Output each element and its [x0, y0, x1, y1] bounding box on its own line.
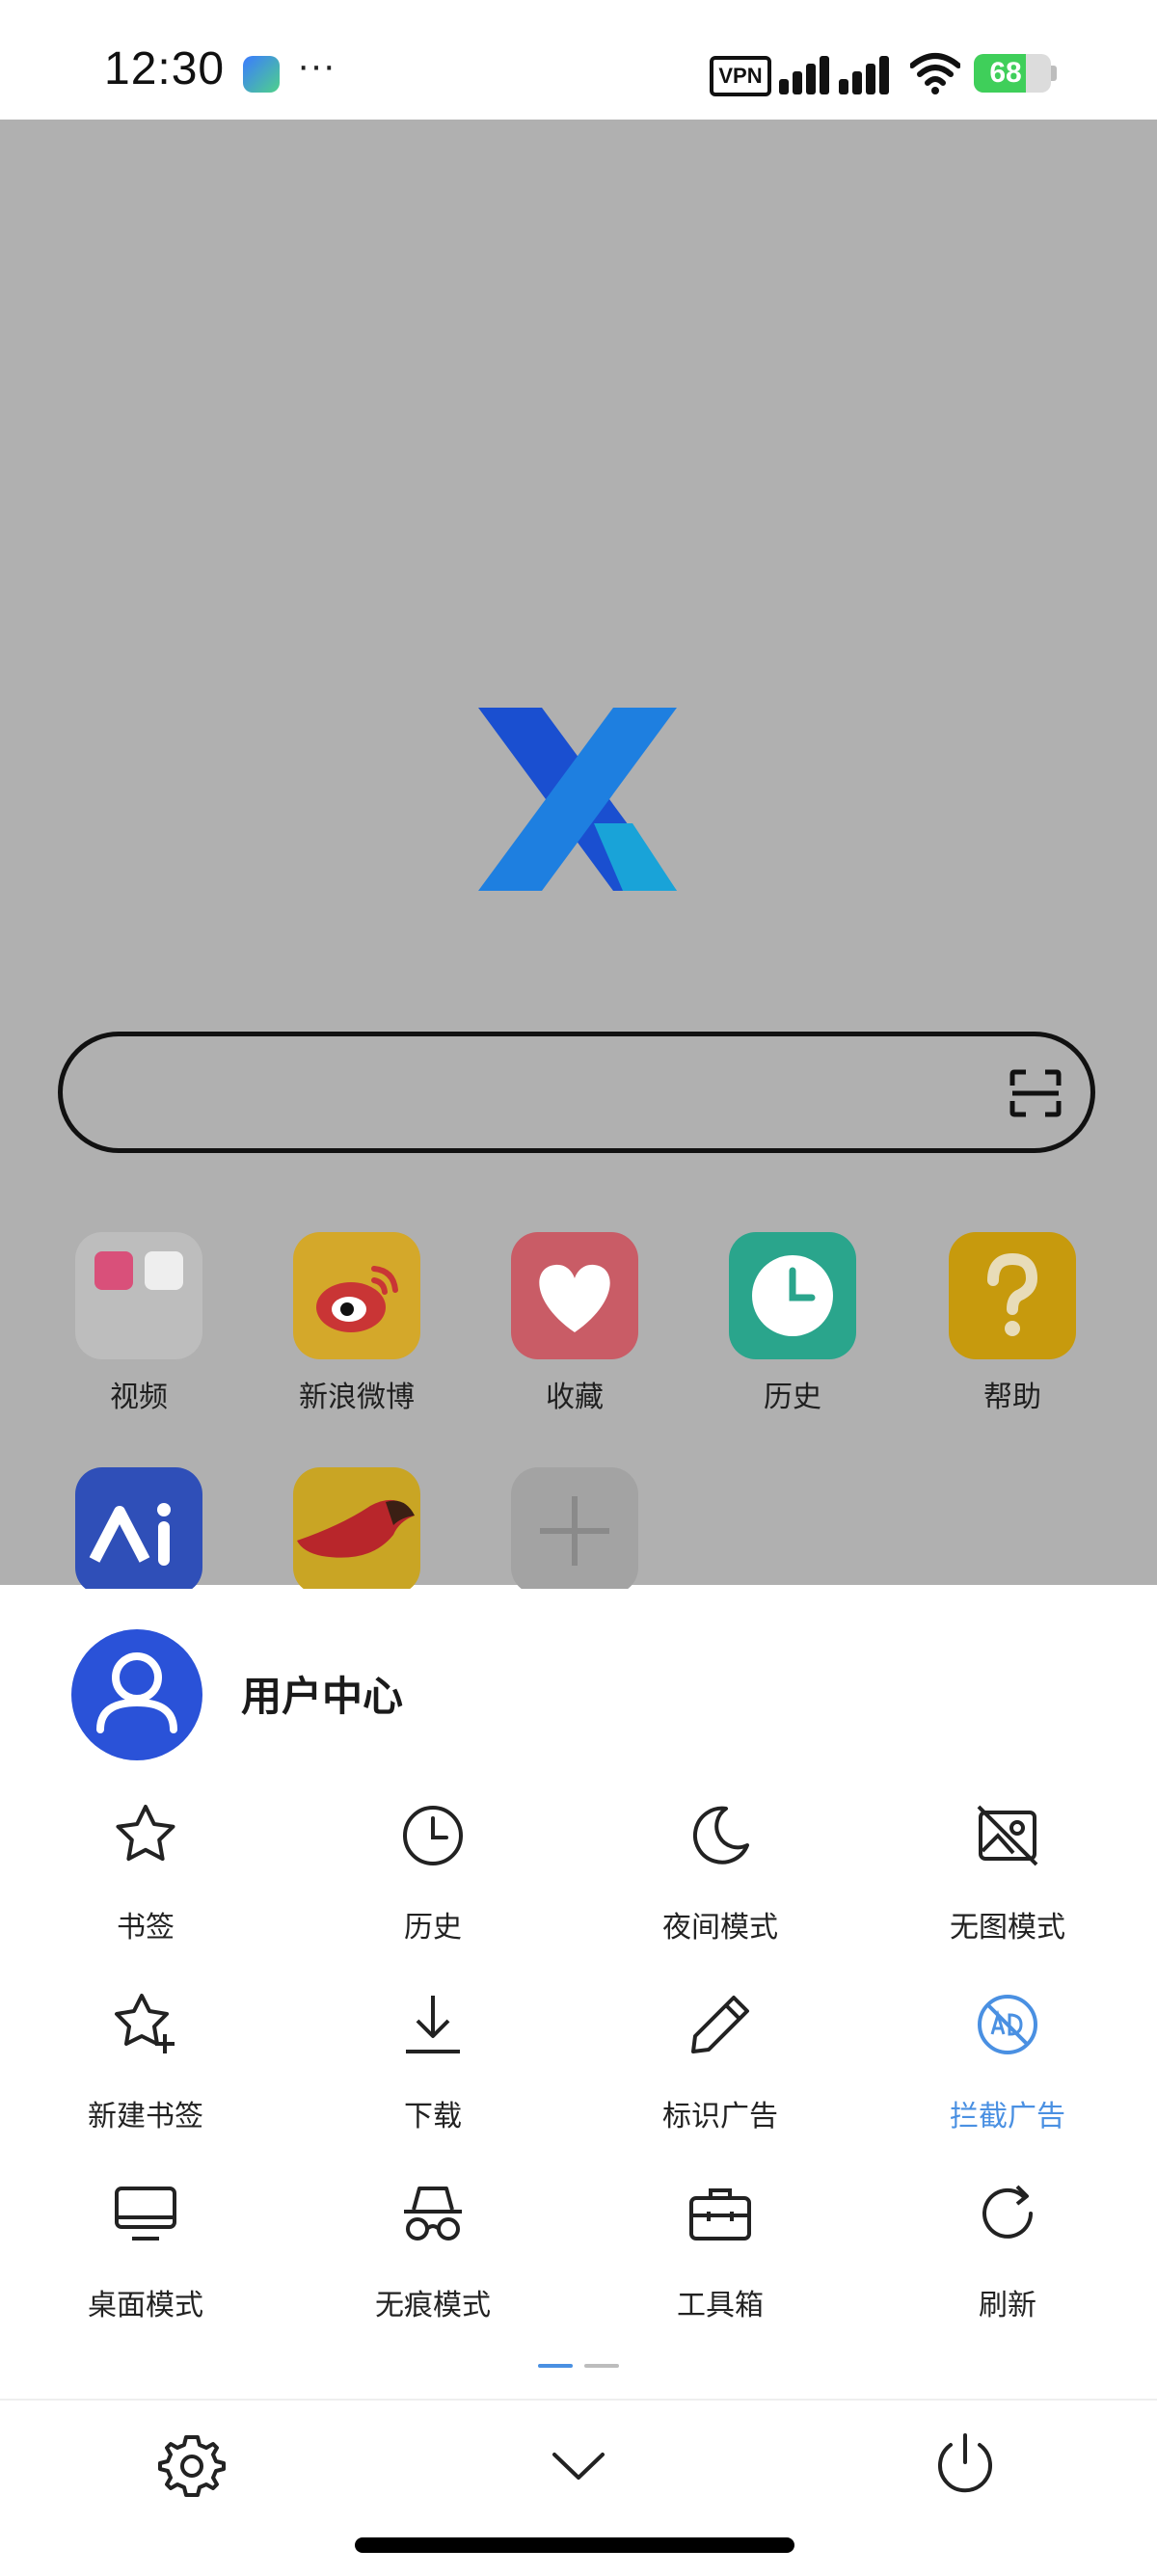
pencil-icon: [691, 1996, 749, 2053]
shortcut-video[interactable]: [75, 1232, 202, 1359]
shortcut-history-label: 历史: [764, 1382, 821, 1413]
menu-desktop-mode[interactable]: 桌面模式: [2, 2181, 289, 2354]
menu-toolbox-label: 工具箱: [677, 2290, 764, 2321]
more-notifications-icon: ···: [297, 44, 336, 87]
menu-block-ads-label: 拦截广告: [950, 2101, 1065, 2133]
menu-incognito-mode[interactable]: 无痕模式: [289, 2181, 577, 2354]
help-icon: [987, 1252, 1038, 1336]
shortcut-favorites[interactable]: [511, 1232, 638, 1359]
add-icon: [540, 1496, 609, 1566]
menu-no-image-mode[interactable]: 无图模式: [864, 1803, 1151, 1976]
star-icon: [116, 1805, 175, 1862]
shortcut-history[interactable]: [729, 1232, 856, 1359]
status-time: 12:30: [104, 43, 226, 94]
menu-toolbox[interactable]: 工具箱: [577, 2181, 864, 2354]
menu-history[interactable]: 历史: [289, 1803, 577, 1976]
battery-indicator: 68: [974, 54, 1051, 93]
signal-icon: [779, 56, 889, 94]
video-folder-icon: [94, 1251, 133, 1290]
menu-downloads[interactable]: 下载: [289, 1992, 577, 2165]
menu-no-image-mode-label: 无图模式: [950, 1912, 1065, 1944]
shortcut-help[interactable]: [949, 1232, 1076, 1359]
fox-app-icon: [297, 1499, 415, 1558]
desktop-icon: [115, 2187, 176, 2241]
download-icon: [406, 1996, 460, 2053]
menu-downloads-label: 下载: [404, 2101, 462, 2133]
menu-bookmarks[interactable]: 书签: [2, 1803, 289, 1976]
menu-bookmarks-label: 书签: [117, 1912, 175, 1944]
user-center-label[interactable]: 用户中心: [241, 1664, 403, 1723]
clock-icon: [752, 1255, 833, 1336]
ai-app-icon: [89, 1503, 171, 1566]
menu-refresh-label: 刷新: [979, 2290, 1036, 2321]
ad-block-icon: [978, 1995, 1037, 2054]
toolbox-icon: [689, 2188, 751, 2241]
refresh-icon: [982, 2185, 1033, 2239]
video-play-icon: [145, 1251, 183, 1290]
chevron-down-icon[interactable]: [545, 2431, 612, 2499]
menu-block-ads[interactable]: 拦截广告: [864, 1992, 1151, 2165]
battery-cap: [1051, 66, 1057, 81]
menu-new-bookmark[interactable]: 新建书签: [2, 1992, 289, 2165]
menu-night-mode-label: 夜间模式: [662, 1912, 778, 1944]
wifi-icon: [910, 53, 960, 94]
search-bar[interactable]: [58, 1032, 1095, 1153]
menu-new-bookmark-label: 新建书签: [88, 2101, 203, 2133]
shortcut-weibo[interactable]: [293, 1232, 420, 1359]
add-shortcut-button[interactable]: [511, 1467, 638, 1595]
shortcut-help-label: 帮助: [983, 1382, 1041, 1413]
incognito-icon: [404, 2187, 462, 2241]
home-indicator[interactable]: [355, 2537, 794, 2553]
user-icon: [96, 1652, 177, 1733]
weibo-icon: [316, 1266, 398, 1332]
menu-night-mode[interactable]: 夜间模式: [577, 1803, 864, 1976]
page-indicator-active: [538, 2364, 573, 2368]
clock-icon: [403, 1806, 463, 1865]
no-image-icon: [977, 1805, 1038, 1866]
x-browser-logo: [478, 708, 677, 891]
gear-icon[interactable]: [158, 2431, 226, 2499]
menu-refresh[interactable]: 刷新: [864, 2181, 1151, 2354]
battery-percent: 68: [989, 57, 1022, 89]
star-plus-icon: [115, 1994, 175, 2053]
heart-icon: [539, 1264, 610, 1332]
shortcut-weibo-label: 新浪微博: [299, 1382, 415, 1413]
menu-history-label: 历史: [404, 1912, 462, 1944]
vpn-badge: VPN: [710, 56, 771, 96]
menu-incognito-mode-label: 无痕模式: [375, 2290, 491, 2321]
menu-mark-ads[interactable]: 标识广告: [577, 1992, 864, 2165]
shortcut-fox-app[interactable]: [293, 1467, 420, 1595]
moon-icon: [692, 1806, 749, 1865]
menu-desktop-mode-label: 桌面模式: [88, 2290, 203, 2321]
page-indicator-inactive[interactable]: [584, 2364, 619, 2368]
power-icon[interactable]: [931, 2431, 999, 2499]
menu-mark-ads-label: 标识广告: [662, 2101, 778, 2133]
shortcut-ai-app[interactable]: [75, 1467, 202, 1595]
shortcut-video-label: 视频: [110, 1382, 168, 1413]
shortcut-favorites-label: 收藏: [546, 1382, 604, 1413]
user-avatar[interactable]: [71, 1629, 202, 1760]
scan-icon[interactable]: [1009, 1068, 1063, 1118]
notification-app-icon: [243, 56, 280, 93]
